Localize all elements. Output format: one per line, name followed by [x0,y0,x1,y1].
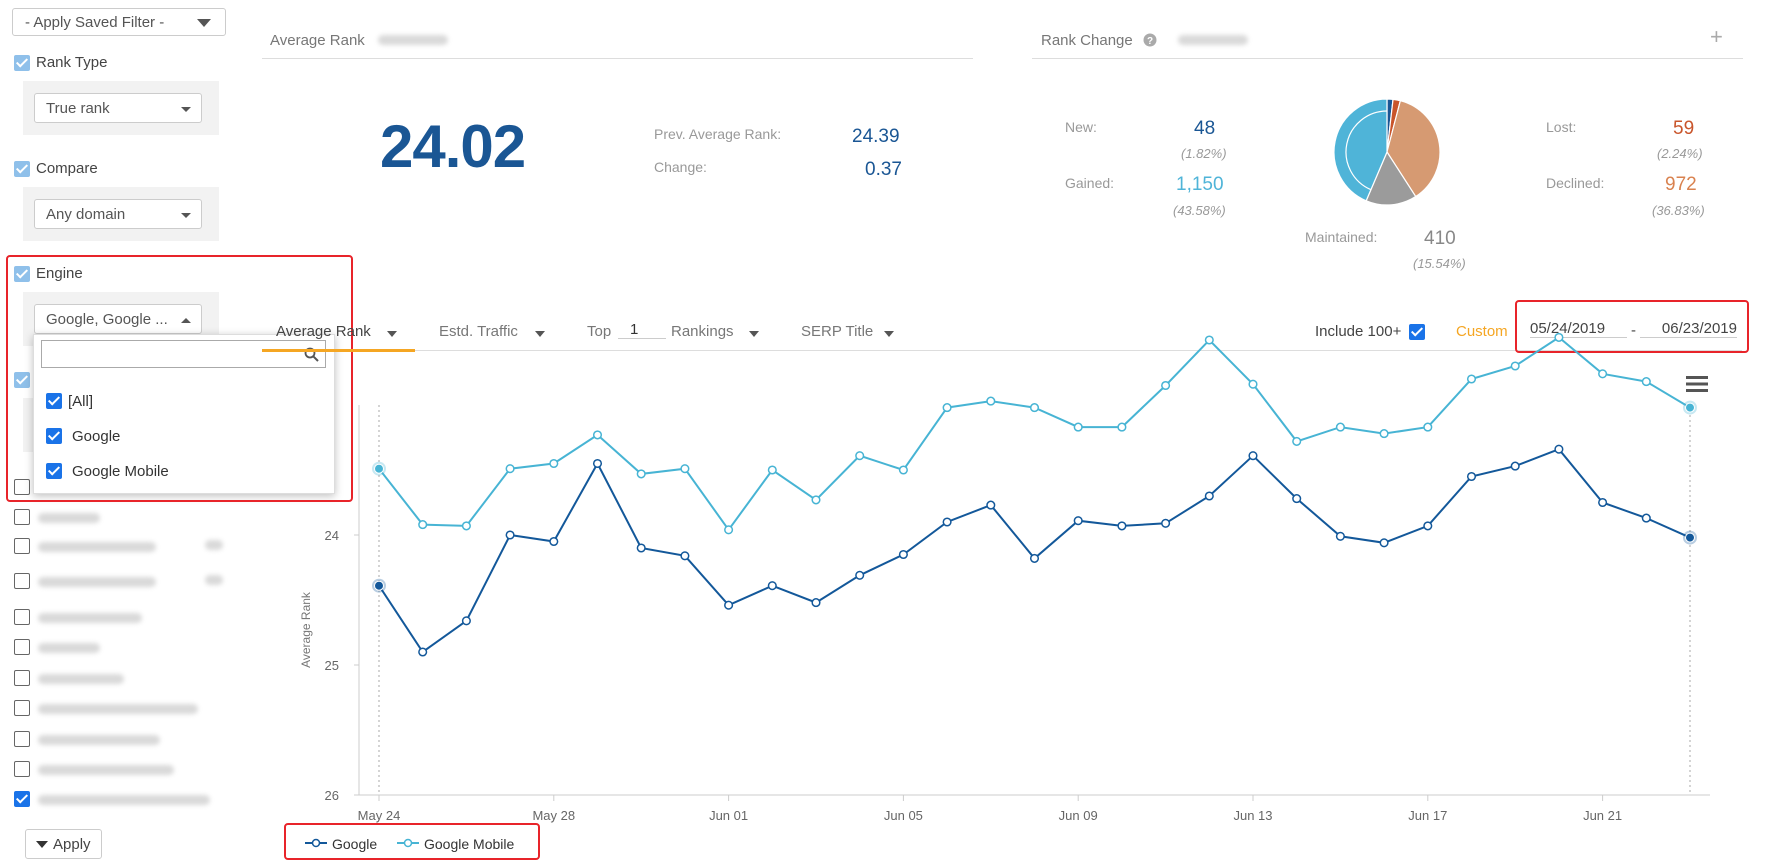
series-point-google-mobile[interactable] [1073,422,1083,432]
series-point-google[interactable] [461,616,471,626]
x-tick-label: May 24 [358,808,401,823]
series-point-google[interactable] [592,458,603,469]
series-point-google[interactable] [942,517,952,527]
series-point-google-mobile[interactable] [986,396,996,406]
series-point-google[interactable] [1292,494,1302,504]
series-point-google[interactable] [1117,521,1127,531]
x-tick-label: Jun 17 [1408,808,1447,823]
series-point-google[interactable] [767,581,777,591]
series-point-google[interactable] [1641,513,1651,523]
series-point-google-mobile[interactable] [1598,369,1608,379]
y-axis-label: Average Rank [299,591,313,668]
series-point-google[interactable] [505,530,515,540]
series-point-google-mobile[interactable] [1292,436,1302,446]
x-tick-label: Jun 13 [1233,808,1272,823]
series-point-google[interactable] [1554,444,1564,454]
series-point-google[interactable] [898,549,908,560]
series-point-google-mobile[interactable] [898,465,908,475]
series-point-google-mobile[interactable] [1248,379,1258,389]
average-rank-line-chart: 24 25 26 Average Rank May 24 May 28 Jun 01 Jun … [299,332,1710,823]
series-point-google[interactable] [855,570,865,580]
series-point-google-mobile[interactable] [855,451,865,461]
series-point-google[interactable] [1335,531,1345,541]
series-point-google-mobile[interactable] [680,464,690,474]
series-point-google-mobile[interactable] [1510,361,1520,371]
series-point-google-mobile[interactable] [767,465,777,475]
series-point-google-mobile[interactable] [1204,335,1214,345]
series-point-google[interactable] [418,647,428,657]
series-point-google-mobile[interactable] [1423,422,1433,432]
series-point-google-mobile[interactable] [942,403,952,413]
x-tick-label: Jun 01 [709,808,748,823]
series-point-google[interactable] [549,536,559,547]
series-point-google[interactable] [1204,491,1214,501]
series-point-google-mobile[interactable] [461,521,471,531]
series-point-google[interactable] [1073,516,1083,526]
series-point-google[interactable] [724,600,734,610]
series-point-google-mobile[interactable] [1029,403,1040,413]
series-point-google-mobile[interactable] [418,520,428,530]
series-point-google[interactable] [811,598,821,608]
series-point-google-mobile[interactable] [1641,377,1651,387]
series-point-google-mobile[interactable] [1466,374,1477,384]
series-point-google-mobile[interactable] [636,469,646,479]
x-tick-label: Jun 21 [1583,808,1622,823]
series-point-google-mobile[interactable] [1161,380,1171,391]
y-tick-label: 24 [325,528,339,543]
series-point-google[interactable] [374,580,384,591]
legend-google-mobile-marker [397,838,419,848]
series-point-google[interactable] [1248,451,1258,461]
series-line-google [378,448,1691,654]
series-point-google[interactable] [636,543,646,553]
series-point-google[interactable] [1161,518,1171,528]
series-point-google-mobile[interactable] [1335,422,1345,432]
legend-google[interactable]: Google [332,836,377,852]
legend-google-mobile[interactable]: Google Mobile [424,836,514,852]
series-point-google-mobile[interactable] [1554,332,1564,342]
series-point-google[interactable] [1423,521,1433,531]
x-tick-label: Jun 05 [884,808,923,823]
legend-google-marker [305,838,327,848]
series-point-google-mobile[interactable] [1379,429,1389,439]
y-tick-label: 26 [325,788,339,803]
series-point-google[interactable] [1029,553,1040,563]
y-tick-label: 25 [325,658,339,673]
series-point-google-mobile[interactable] [505,464,515,474]
x-tick-label: Jun 09 [1059,808,1098,823]
series-point-google-mobile[interactable] [592,430,603,440]
series-point-google[interactable] [1685,532,1695,543]
series-point-google-mobile[interactable] [1117,422,1127,432]
series-point-google[interactable] [680,551,690,561]
series-point-google-mobile[interactable] [374,463,384,474]
series-point-google[interactable] [1379,538,1389,548]
series-point-google[interactable] [986,500,996,510]
series-point-google-mobile[interactable] [811,495,821,505]
series-point-google-mobile[interactable] [1685,402,1695,413]
series-point-google[interactable] [1510,461,1520,471]
series-point-google-mobile[interactable] [549,458,559,469]
series-point-google[interactable] [1466,471,1477,482]
series-point-google-mobile[interactable] [724,525,734,535]
series-point-google[interactable] [1598,497,1608,508]
x-tick-label: May 28 [532,808,575,823]
